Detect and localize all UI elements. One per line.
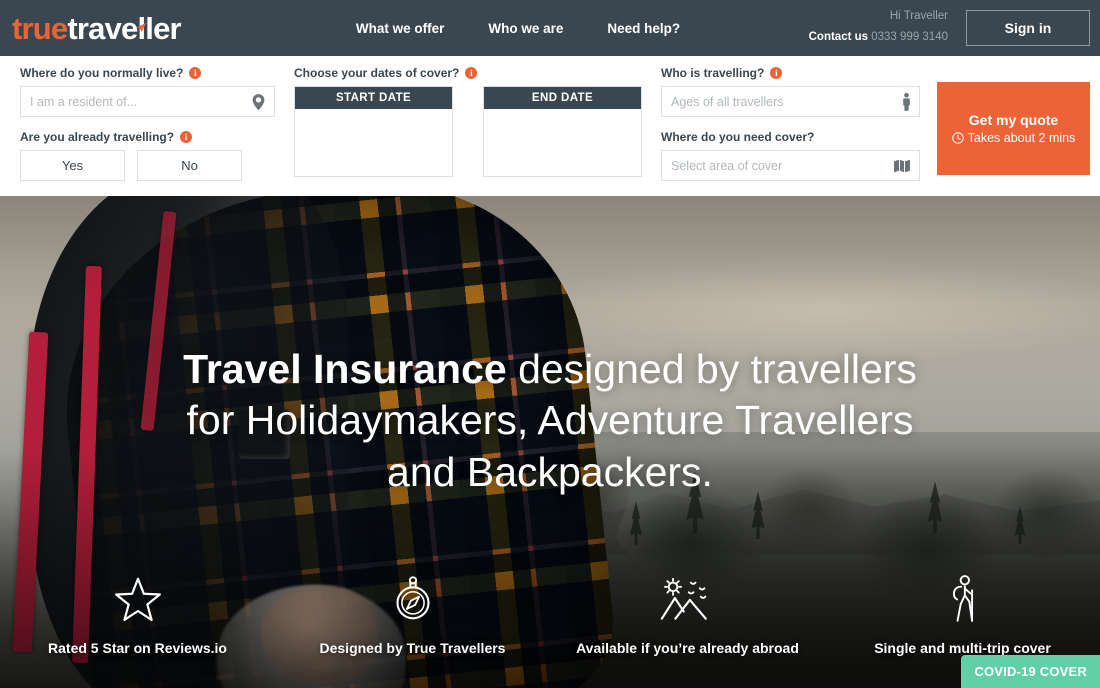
feature-label: Available if you’re already abroad: [576, 640, 799, 656]
header-right-group: Hi Traveller Contact us 0333 999 3140 Si…: [809, 9, 1090, 46]
date-pickers: START DATE END DATE: [294, 86, 642, 177]
travellers-label-row: Who is travelling? i: [661, 66, 920, 80]
travellers-label: Who is travelling?: [661, 66, 765, 80]
logo-text-primary: true: [12, 10, 68, 46]
quote-column-dates: Choose your dates of cover? i START DATE…: [294, 66, 642, 177]
quote-column-residence: Where do you normally live? i I am a res…: [20, 66, 275, 181]
hero-section: Travel Insurance designed by travellers …: [0, 196, 1100, 688]
map-pin-icon: [251, 93, 266, 110]
clock-icon: [951, 132, 964, 144]
contact-number[interactable]: 0333 999 3140: [871, 31, 948, 43]
start-date-picker[interactable]: START DATE: [294, 86, 453, 177]
contact-line: Contact us 0333 999 3140: [809, 31, 948, 43]
get-my-quote-button[interactable]: Get my quote Takes about 2 mins: [937, 82, 1090, 175]
hero-headline: Travel Insurance designed by travellers …: [155, 344, 945, 498]
dates-label-row: Choose your dates of cover? i: [294, 66, 642, 80]
logo[interactable]: truetraveller: [12, 10, 182, 46]
area-label-row: Where do you need cover?: [661, 130, 920, 144]
feature-item-single-multi-trip: Single and multi-trip cover: [825, 574, 1100, 656]
main-navigation: What we offer Who we are Need help?: [356, 21, 680, 36]
cta-sub-label: Takes about 2 mins: [967, 131, 1076, 145]
end-date-picker[interactable]: END DATE: [483, 86, 642, 177]
feature-label: Rated 5 Star on Reviews.io: [48, 640, 227, 656]
hero-headline-bold: Travel Insurance: [183, 346, 507, 392]
already-travelling-no-button[interactable]: No: [137, 150, 242, 181]
feature-item-already-abroad: Available if you’re already abroad: [550, 574, 825, 656]
quote-column-travellers: Who is travelling? i Ages of all travell…: [661, 66, 920, 181]
hero-content: Travel Insurance designed by travellers …: [0, 196, 1100, 688]
area-placeholder: Select area of cover: [671, 158, 783, 173]
sign-in-button[interactable]: Sign in: [966, 9, 1090, 46]
contact-label: Contact us: [808, 30, 869, 43]
residence-placeholder: I am a resident of...: [30, 94, 137, 109]
compass-icon: [391, 574, 435, 624]
dates-label: Choose your dates of cover?: [294, 66, 460, 80]
star-icon: [114, 574, 161, 624]
travellers-input[interactable]: Ages of all travellers: [661, 86, 920, 117]
covid-cover-badge[interactable]: COVID-19 COVER: [961, 655, 1100, 688]
mountains-sun-icon: [659, 574, 717, 624]
info-icon[interactable]: i: [770, 67, 783, 79]
residence-label-row: Where do you normally live? i: [20, 66, 275, 80]
travellers-placeholder: Ages of all travellers: [671, 94, 784, 109]
quote-form-bar: Where do you normally live? i I am a res…: [0, 56, 1100, 196]
info-icon[interactable]: i: [465, 67, 478, 79]
already-travelling-label-row: Are you already travelling? i: [20, 130, 275, 144]
area-of-cover-input[interactable]: Select area of cover: [661, 150, 920, 181]
nav-item-what-we-offer[interactable]: What we offer: [356, 21, 445, 36]
person-icon: [902, 92, 911, 111]
nav-item-who-we-are[interactable]: Who we are: [488, 21, 563, 36]
cta-label: Get my quote: [968, 112, 1059, 128]
info-icon[interactable]: i: [180, 131, 193, 143]
map-icon: [893, 158, 911, 173]
site-header: truetraveller What we offer Who we are N…: [0, 0, 1100, 56]
logo-text-secondary: traveller: [67, 10, 181, 46]
cta-sub: Takes about 2 mins: [951, 131, 1076, 145]
already-travelling-options: Yes No: [20, 150, 275, 181]
residence-input[interactable]: I am a resident of...: [20, 86, 275, 117]
info-icon[interactable]: i: [189, 67, 202, 79]
hero-feature-list: Rated 5 Star on Reviews.io Designed by T…: [0, 574, 1100, 656]
nav-item-need-help[interactable]: Need help?: [607, 21, 680, 36]
end-date-header: END DATE: [484, 87, 641, 109]
residence-label: Where do you normally live?: [20, 66, 184, 80]
start-date-header: START DATE: [295, 87, 452, 109]
account-contact-block: Hi Traveller Contact us 0333 999 3140: [809, 9, 948, 46]
hiker-icon: [943, 574, 983, 624]
feature-item-designed-by-travellers: Designed by True Travellers: [275, 574, 550, 656]
feature-label: Single and multi-trip cover: [874, 640, 1051, 656]
feature-label: Designed by True Travellers: [319, 640, 506, 656]
already-travelling-label: Are you already travelling?: [20, 130, 175, 144]
area-label: Where do you need cover?: [661, 130, 815, 144]
already-travelling-yes-button[interactable]: Yes: [20, 150, 125, 181]
feature-item-rated-5-star: Rated 5 Star on Reviews.io: [0, 574, 275, 656]
greeting-text: Hi Traveller: [889, 10, 948, 23]
